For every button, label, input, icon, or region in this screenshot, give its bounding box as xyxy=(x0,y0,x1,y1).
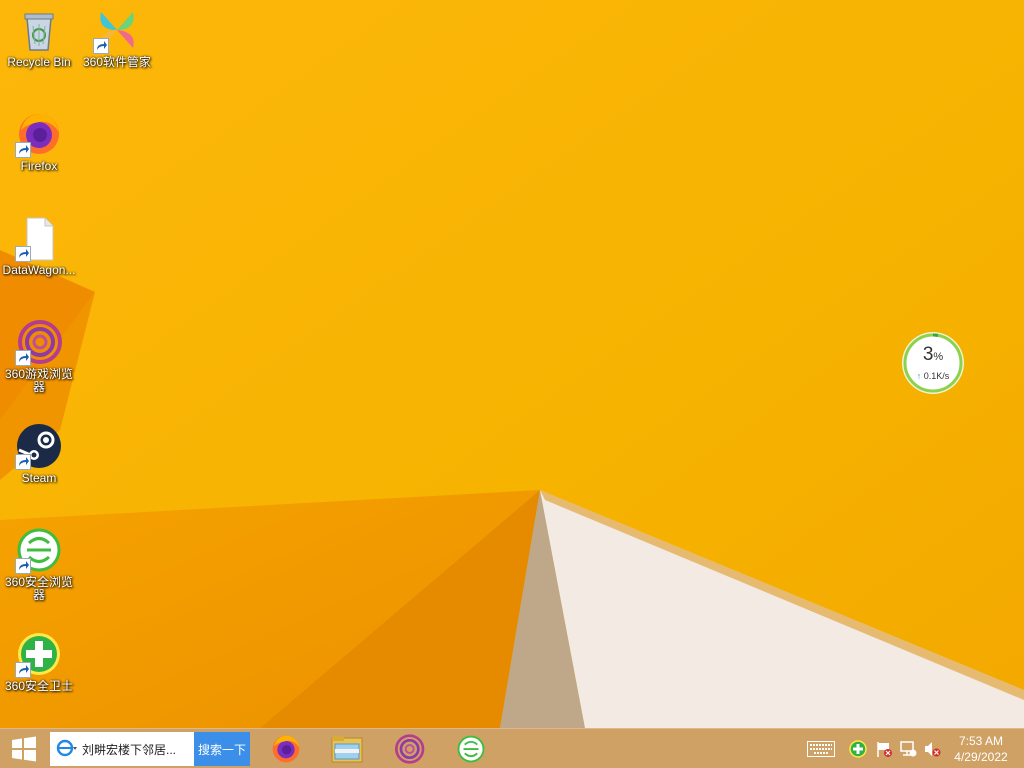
desktop-icon-datawagon[interactable]: DataWagon... xyxy=(0,214,78,277)
shortcut-arrow-icon xyxy=(15,350,31,366)
volume-muted-icon[interactable] xyxy=(922,739,942,759)
desktop-icon-360-game-browser[interactable]: 360游戏浏览器 xyxy=(0,318,78,394)
steam-icon xyxy=(15,422,63,470)
action-center-flag-icon[interactable] xyxy=(874,739,894,759)
desktop-icon-label: Steam xyxy=(21,471,57,485)
shortcut-arrow-icon xyxy=(15,454,31,470)
windows-logo-icon xyxy=(12,736,36,762)
search-text: 刘畊宏楼下邻居... xyxy=(82,742,177,757)
shortcut-arrow-icon xyxy=(15,662,31,678)
360-secure-browser-icon xyxy=(457,735,485,763)
network-icon[interactable] xyxy=(898,739,918,759)
desktop-icon-steam[interactable]: Steam xyxy=(0,422,78,485)
360-game-browser-icon xyxy=(15,318,63,366)
desktop-icon-label: 360安全卫士 xyxy=(4,679,74,693)
clock-time: 7:53 AM xyxy=(958,734,1004,748)
start-button[interactable] xyxy=(0,729,48,768)
keyboard-icon[interactable] xyxy=(806,739,836,759)
clock-date: 4/29/2022 xyxy=(954,750,1008,764)
desktop-icon-360-software-manager[interactable]: 360软件管家 xyxy=(78,6,156,69)
desktop-icon-label: Firefox xyxy=(20,159,58,173)
network-speed: ↑ 0.1K/s xyxy=(916,371,950,381)
desktop-icon-label: 360软件管家 xyxy=(82,55,152,69)
firefox-icon xyxy=(272,735,300,763)
firefox-icon xyxy=(15,110,63,158)
desktop-icon-360-secure-browser[interactable]: 360安全浏览器 xyxy=(0,526,78,602)
desktop-icon-360-security-guard[interactable]: 360安全卫士 xyxy=(0,630,78,693)
file-explorer-icon xyxy=(331,736,363,763)
upload-arrow-icon: ↑ xyxy=(916,371,922,381)
usage-percent: 3% xyxy=(922,344,944,365)
recycle-bin-icon xyxy=(15,6,63,54)
desktop-icon-label: Recycle Bin xyxy=(7,55,71,69)
desktop-icon-label: DataWagon... xyxy=(2,263,76,277)
search-input[interactable]: 刘畊宏楼下邻居... xyxy=(50,732,194,766)
search-button[interactable]: 搜索一下 xyxy=(194,732,250,766)
360-software-manager-icon xyxy=(93,6,141,54)
360-security-tray-icon[interactable] xyxy=(848,739,868,759)
taskbar: 刘畊宏楼下邻居... 搜索一下 7:53 AM 4/29/2022 xyxy=(0,728,1024,768)
system-clock[interactable]: 7:53 AM 4/29/2022 xyxy=(950,733,1012,765)
360-secure-browser-icon xyxy=(15,526,63,574)
shortcut-arrow-icon xyxy=(93,38,109,54)
document-icon xyxy=(15,214,63,262)
desktop-icon-recycle-bin[interactable]: Recycle Bin xyxy=(0,6,78,69)
shortcut-arrow-icon xyxy=(15,142,31,158)
speed-widget[interactable]: 3% ↑ 0.1K/s xyxy=(900,330,966,396)
shortcut-arrow-icon xyxy=(15,558,31,574)
desktop-icon-firefox[interactable]: Firefox xyxy=(0,110,78,173)
desktop-wallpaper xyxy=(0,0,1024,728)
ie-icon xyxy=(56,739,78,760)
desktop-icon-label: 360安全浏览器 xyxy=(4,575,74,602)
360-security-guard-icon xyxy=(15,630,63,678)
taskbar-firefox[interactable] xyxy=(258,729,314,768)
taskbar-360-secure-browser[interactable] xyxy=(443,729,499,768)
desktop-icon-label: 360游戏浏览器 xyxy=(4,367,74,394)
taskbar-file-explorer[interactable] xyxy=(319,729,375,768)
taskbar-360-game-browser[interactable] xyxy=(381,729,437,768)
shortcut-arrow-icon xyxy=(15,246,31,262)
360-game-browser-icon xyxy=(395,734,425,764)
